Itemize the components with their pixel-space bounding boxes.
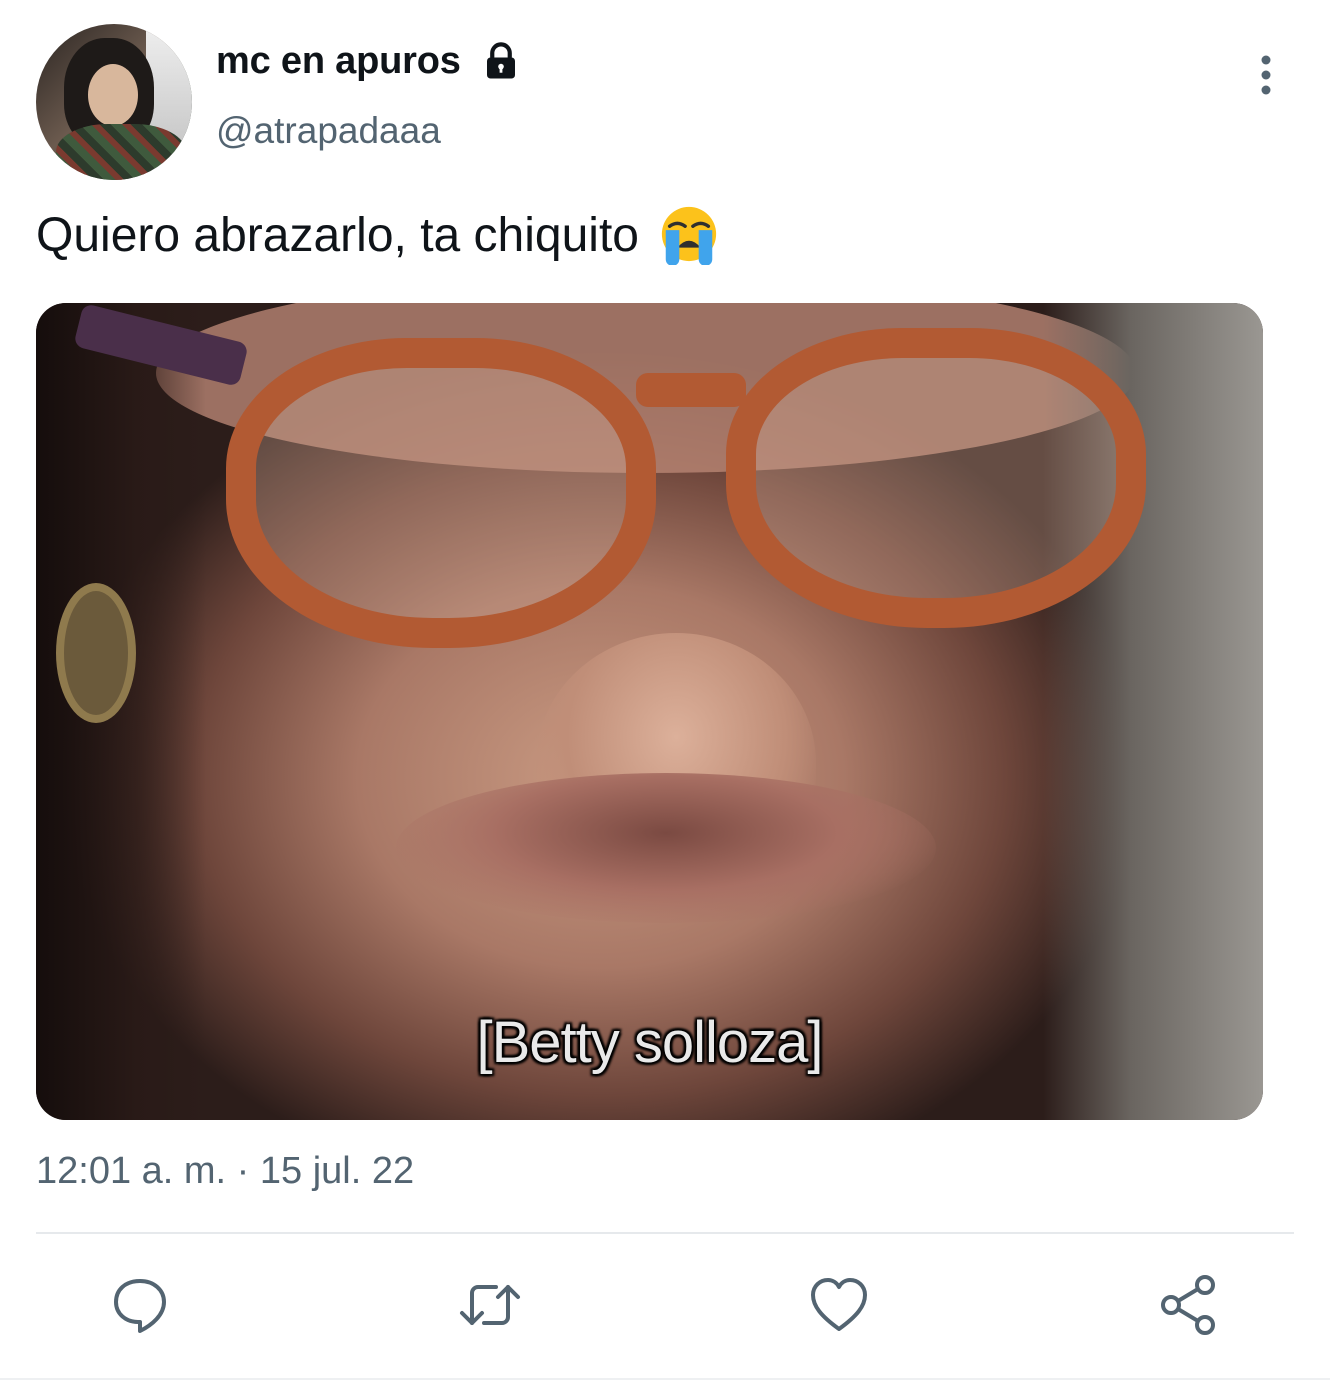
share-button[interactable] xyxy=(1154,1270,1224,1340)
like-icon xyxy=(811,1278,867,1331)
image-shadow-left xyxy=(36,303,206,1120)
tweet-timestamp[interactable]: 12:01 a. m. · 15 jul. 22 xyxy=(36,1150,414,1193)
retweet-icon xyxy=(460,1285,520,1325)
tweet-body: Quiero abrazarlo, ta chiquito xyxy=(36,209,639,262)
bottom-divider xyxy=(0,1378,1330,1380)
reply-icon xyxy=(114,1279,166,1333)
glasses-lens-left xyxy=(226,338,656,648)
glasses-bridge xyxy=(636,373,746,407)
retweet-button[interactable] xyxy=(455,1270,525,1340)
divider xyxy=(36,1232,1294,1234)
avatar-face xyxy=(88,64,138,126)
reply-button[interactable] xyxy=(105,1270,175,1340)
loudly-crying-face-icon xyxy=(662,207,717,266)
tweet-image[interactable]: [Betty solloza] xyxy=(36,303,1263,1120)
display-name[interactable]: mc en apuros xyxy=(216,40,461,83)
more-options-icon[interactable] xyxy=(1250,52,1282,98)
share-icon xyxy=(1161,1275,1215,1335)
user-handle[interactable]: @atrapadaaa xyxy=(216,110,441,152)
like-button[interactable] xyxy=(804,1270,874,1340)
image-mouth xyxy=(396,773,936,923)
image-earring xyxy=(56,583,136,723)
lock-icon xyxy=(487,42,515,79)
image-caption: [Betty solloza] xyxy=(476,1010,823,1075)
avatar-shirt xyxy=(56,124,186,180)
avatar[interactable] xyxy=(36,24,192,180)
tweet-text: Quiero abrazarlo, ta chiquito xyxy=(36,206,720,266)
glasses-lens-right xyxy=(726,328,1146,628)
